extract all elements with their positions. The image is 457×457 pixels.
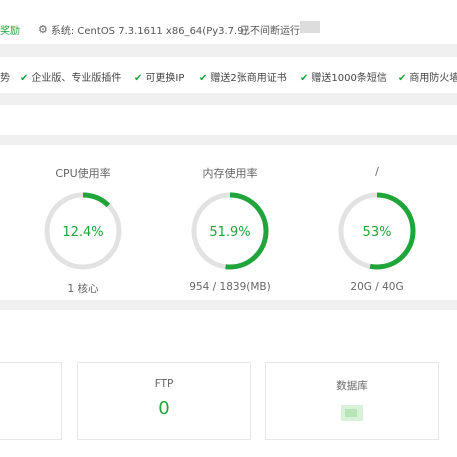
reward-link[interactable]: 奖励 — [0, 22, 20, 37]
database-count-obscured — [341, 405, 363, 421]
disk-gauge[interactable]: / 53% 20G / 40G — [327, 165, 427, 293]
memory-gauge-ring: 51.9% — [191, 192, 269, 270]
system-info: ⚙ 系统: CentOS 7.3.1611 x86_64(Py3.7.9) — [38, 22, 248, 37]
ftp-label: FTP — [154, 378, 174, 390]
gauge-footer: 1 核心 — [67, 283, 99, 295]
memory-gauge-value: 51.9% — [209, 225, 250, 240]
uptime-text: 已不间断运行 — [240, 26, 300, 37]
gauge-title: CPU使用率 — [55, 167, 111, 180]
disk-gauge-ring: 53% — [338, 192, 416, 270]
check-icon: ✔ — [134, 73, 143, 84]
section-header-card — [0, 105, 457, 135]
feature-item: 势 — [0, 73, 10, 84]
gauge-footer: 954 / 1839(MB) — [189, 281, 271, 293]
disk-gauge-value: 53% — [363, 225, 392, 240]
status-card: CPU使用率 12.4% 1 核心 内存使用率 51.9% 954 / 1839… — [0, 145, 457, 300]
feature-item: ✔ 商用防火墙 — [398, 73, 457, 84]
database-label: 数据库 — [336, 380, 368, 392]
gauge-title: 内存使用率 — [202, 167, 258, 180]
feature-item: ✔ 可更换IP — [134, 73, 185, 84]
cpu-gauge[interactable]: CPU使用率 12.4% 1 核心 — [33, 165, 133, 296]
gauge-title: / — [375, 165, 379, 178]
check-icon: ✔ — [199, 73, 208, 84]
check-icon: ✔ — [20, 73, 29, 84]
ftp-box[interactable]: FTP 0 — [77, 362, 251, 440]
cpu-gauge-value: 12.4% — [62, 225, 103, 240]
uptime-value-obscured — [300, 21, 320, 33]
feature-item: ✔ 企业版、专业版插件 — [20, 73, 122, 84]
check-icon: ✔ — [300, 73, 309, 84]
site-box[interactable] — [0, 362, 62, 440]
feature-item: ✔ 赠送2张商用证书 — [199, 73, 287, 84]
check-icon: ✔ — [398, 73, 407, 84]
memory-gauge[interactable]: 内存使用率 51.9% 954 / 1839(MB) — [180, 165, 280, 293]
ftp-count[interactable]: 0 — [78, 398, 250, 419]
features-bar: 势 ✔ 企业版、专业版插件 ✔ 可更换IP ✔ 赠送2张商用证书 ✔ 赠送1000条短信… — [0, 57, 457, 93]
gauge-footer: 20G / 40G — [350, 281, 404, 293]
feature-item: ✔ 赠送1000条短信 — [300, 73, 387, 84]
gear-icon: ⚙ — [38, 23, 48, 36]
cpu-gauge-ring: 12.4% — [44, 192, 122, 270]
top-status-bar: 奖励 ⚙ 系统: CentOS 7.3.1611 x86_64(Py3.7.9)… — [0, 0, 457, 44]
database-box[interactable]: 数据库 — [265, 362, 439, 440]
system-info-text: 系统: CentOS 7.3.1611 x86_64(Py3.7.9) — [50, 26, 248, 37]
